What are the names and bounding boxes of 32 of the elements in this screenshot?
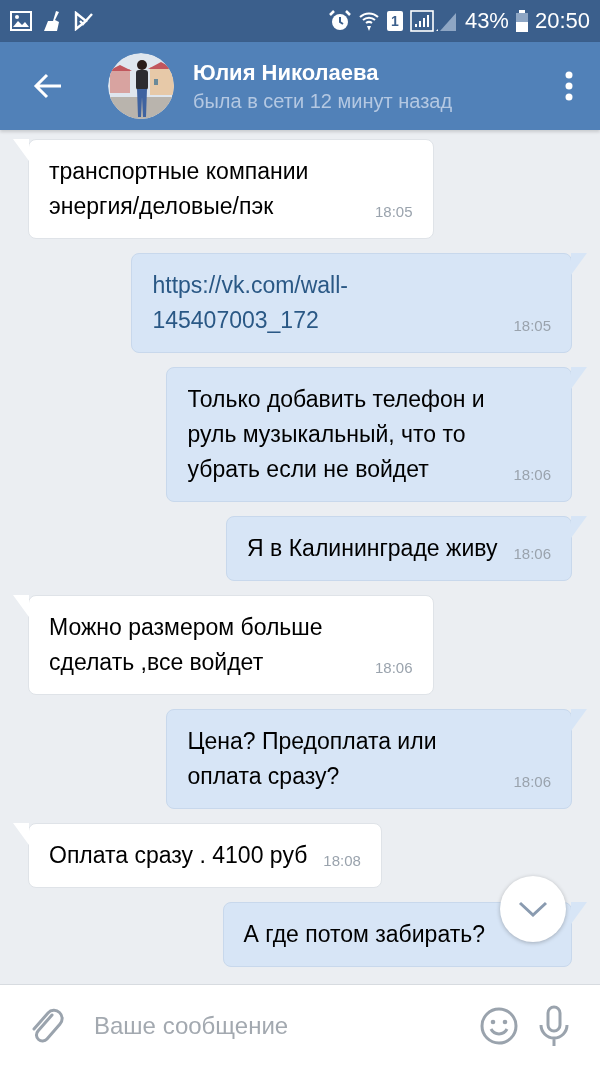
message-text: Оплата сразу . 4100 руб	[49, 841, 308, 870]
scroll-down-button[interactable]	[500, 876, 566, 942]
message-input[interactable]: Ваше сообщение	[92, 1010, 460, 1041]
clock: 20:50	[534, 8, 590, 34]
wifi-icon	[357, 10, 380, 32]
more-menu-icon[interactable]	[565, 71, 573, 101]
message-text: Можно размером больше сделать ,все войдет	[49, 613, 324, 677]
contact-name: Юлия Николаева	[193, 59, 380, 86]
back-arrow-icon[interactable]	[33, 73, 63, 99]
message-time: 18:06	[513, 544, 551, 564]
alarm-icon	[328, 10, 351, 32]
battery-icon	[515, 10, 528, 32]
message-time: 18:05	[513, 316, 551, 336]
message-text: Только добавить телефон и руль музыкальный, что то убрать если не войдет	[187, 385, 486, 484]
last-seen-status: была в сети 12 минут назад	[193, 89, 454, 113]
battery-level: 43%	[464, 8, 509, 34]
message-text: транспортные компании энергия/деловые/пэк	[49, 157, 310, 221]
sim-icon: 1	[386, 11, 403, 31]
message-time: 18:06	[513, 772, 551, 792]
message-time: 18:05	[375, 202, 413, 222]
image-icon	[10, 11, 32, 31]
message-text: Я в Калининграде живу	[247, 534, 498, 563]
message-time: 18:08	[323, 851, 361, 871]
signal-icon	[409, 10, 458, 32]
message-time: 18:06	[513, 465, 551, 485]
chevron-down-icon	[518, 901, 548, 917]
message-text: А где потом забирать?	[243, 920, 485, 949]
message-link[interactable]: https://vk.com/wall-145407003_172	[152, 268, 498, 338]
message-time: 18:06	[375, 658, 413, 678]
microphone-icon[interactable]	[538, 1004, 570, 1047]
emoji-icon[interactable]	[480, 1006, 518, 1045]
message-text: Цена? Предоплата или оплата сразу?	[187, 727, 438, 791]
